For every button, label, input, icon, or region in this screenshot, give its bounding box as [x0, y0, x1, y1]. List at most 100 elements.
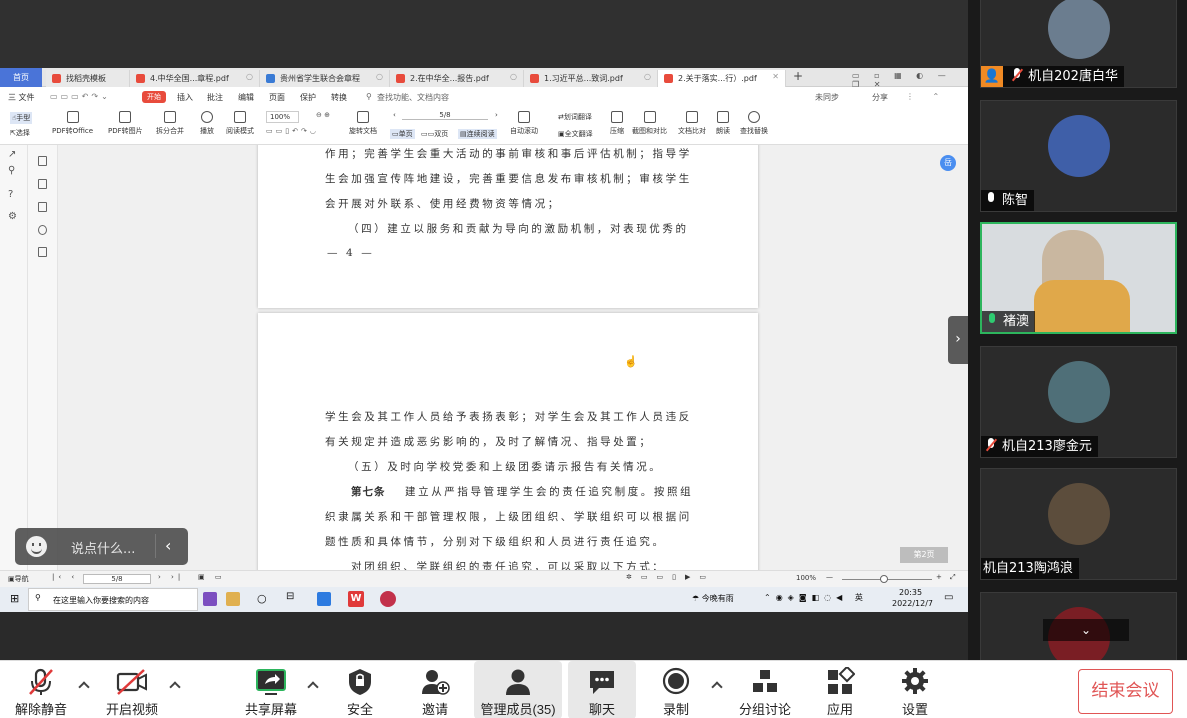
close-icon[interactable]: ✕	[772, 72, 779, 81]
widgets-icon[interactable]: ⊟	[286, 591, 294, 602]
fullscreen-icon[interactable]: ⤢	[950, 573, 956, 582]
menu-page[interactable]: 页面	[269, 92, 285, 103]
next-page-icon[interactable]: ›	[495, 111, 498, 119]
new-tab-icon[interactable]: +	[793, 69, 803, 83]
tab-pdf-active[interactable]: 2.关于落实...行）.pdf ✕	[658, 70, 786, 87]
participant-tile[interactable]: ⌄	[980, 592, 1177, 662]
pdf-document-area[interactable]: 作用；完善学生会重大活动的事前审核和事后评估机制；指导学 生会加强宣传阵地建设，…	[58, 145, 968, 570]
share-button[interactable]: 分享	[872, 92, 888, 103]
participant-tile[interactable]: 陈智	[980, 100, 1177, 212]
menu-comment[interactable]: 批注	[207, 92, 223, 103]
find-replace-button[interactable]: 查找替换	[740, 111, 768, 136]
compress-button[interactable]: 压缩	[610, 111, 624, 136]
hand-tool[interactable]: ☝手型	[10, 112, 33, 124]
comment-icon[interactable]	[38, 202, 47, 212]
play-button[interactable]: 播放	[200, 111, 214, 136]
pdf-to-image-button[interactable]: PDF转图片	[108, 111, 143, 136]
chevron-up-icon[interactable]	[169, 681, 181, 693]
view-mode-icons[interactable]: ✲▭▭▯▶▭	[626, 573, 715, 581]
unmute-button[interactable]: 解除静音	[10, 661, 72, 718]
share-screen-button[interactable]: 共享屏幕	[238, 661, 304, 718]
chat-button[interactable]: 聊天	[568, 661, 636, 718]
sync-status[interactable]: 未同步	[815, 92, 839, 103]
menu-convert[interactable]: 转换	[331, 92, 347, 103]
auto-scroll-button[interactable]: 自动滚动	[510, 111, 538, 136]
search-icon[interactable]: ⚲	[366, 92, 372, 101]
breakout-button[interactable]: 分组讨论	[735, 661, 795, 718]
first-prev-icons[interactable]: |‹ ‹	[52, 573, 78, 581]
zoom-slider-handle[interactable]	[880, 575, 888, 583]
chat-input-bubble[interactable]: 说点什么... ‹	[15, 528, 188, 565]
browser-icon[interactable]	[380, 591, 396, 607]
tab-pdf-2[interactable]: 2.在中华全...报告.pdf ○	[390, 70, 524, 87]
settings-button[interactable]: 设置	[890, 661, 940, 718]
menu-insert[interactable]: 插入	[177, 92, 193, 103]
taskbar-time[interactable]: 20:35	[899, 588, 922, 597]
end-meeting-button[interactable]: 结束会议	[1078, 669, 1173, 714]
status-page-input[interactable]: 5/8	[83, 574, 151, 584]
participant-tile[interactable]: 机自213廖金元	[980, 346, 1177, 458]
chevron-up-icon[interactable]	[307, 681, 319, 693]
participant-tile[interactable]: 机自213陶鸿浪	[980, 468, 1177, 580]
chevron-up-icon[interactable]	[78, 681, 90, 693]
menu-edit[interactable]: 编辑	[238, 92, 254, 103]
close-icon[interactable]: ○	[510, 72, 517, 81]
manage-members-button[interactable]: 管理成员(35)	[474, 661, 562, 718]
next-page-button[interactable]: 第2页	[900, 547, 948, 563]
zoom-icons[interactable]: ⊖ ⊕	[316, 111, 330, 119]
page-input[interactable]: 5/8	[402, 111, 488, 120]
taskbar-search-box[interactable]: ⚲ 在这里输入你要搜索的内容	[28, 588, 198, 611]
read-mode-button[interactable]: 阅读模式	[226, 111, 254, 136]
prev-page-icon[interactable]: ‹	[393, 111, 396, 119]
emoji-icon[interactable]	[26, 536, 47, 557]
participant-tile-speaking[interactable]: 褚澳	[980, 222, 1177, 334]
arrow-icon[interactable]: ↗	[8, 149, 16, 160]
meeting-app-icon[interactable]	[317, 592, 331, 606]
search-icon[interactable]: ⚲	[8, 165, 15, 176]
app-icon[interactable]	[226, 592, 240, 606]
tray-icons[interactable]: ⌃◉◈◙◧◌◀ 英	[764, 592, 868, 603]
chevron-down-icon[interactable]: ⌄	[1043, 619, 1129, 641]
full-translate-button[interactable]: ▣全文翻译	[558, 129, 593, 139]
participant-tile[interactable]: 👤 机自202唐白华	[980, 0, 1177, 88]
text-compare-button[interactable]: 文档比对	[678, 111, 706, 136]
apps-button[interactable]: 应用	[815, 661, 865, 718]
tab-pdf-1[interactable]: 1.习近平总...致词.pdf ○	[524, 70, 658, 87]
zoom-in-icon[interactable]: +	[936, 573, 942, 581]
read-aloud-button[interactable]: 朗读	[716, 111, 730, 136]
view-tools[interactable]: ▭▭▯↶↷◡	[266, 127, 319, 135]
chevron-up-icon[interactable]	[711, 681, 723, 693]
status-zoom[interactable]: 100%	[796, 574, 816, 582]
bookmark-icon[interactable]	[38, 156, 47, 166]
chevron-left-icon[interactable]: ‹	[165, 536, 171, 555]
menu-search[interactable]: 查找功能、文档内容	[377, 92, 449, 103]
compare-button[interactable]: 截图和对比	[632, 111, 667, 136]
notification-icon[interactable]: ▭	[944, 592, 953, 603]
more-icon[interactable]: ⋮ ⌃	[906, 92, 947, 101]
assistant-icon[interactable]: 岳	[940, 155, 956, 171]
tab-pdf-4[interactable]: 4.中华全国...章程.pdf ○	[130, 70, 260, 87]
tab-template[interactable]: 找稻壳模板	[46, 70, 130, 87]
next-last-icons[interactable]: › ›|	[158, 573, 184, 581]
security-button[interactable]: 安全	[335, 661, 385, 718]
tab-doc-guizhou[interactable]: 贵州省学生联合会章程 ○	[260, 70, 390, 87]
wps-app-icon[interactable]: W	[348, 591, 364, 607]
close-icon[interactable]: ○	[246, 72, 253, 81]
menu-protect[interactable]: 保护	[300, 92, 316, 103]
chat-placeholder[interactable]: 说点什么...	[71, 538, 135, 557]
menu-start[interactable]: 开始	[142, 91, 166, 103]
taskbar-date[interactable]: 2022/12/7	[892, 599, 933, 608]
app-icon[interactable]	[203, 592, 217, 606]
record-button[interactable]: 录制	[652, 661, 700, 718]
tab-home[interactable]: 首页	[0, 68, 42, 87]
invite-button[interactable]: 邀请	[410, 661, 460, 718]
quick-tools[interactable]: ▭▭▭↶↷⌄	[50, 92, 111, 101]
start-video-button[interactable]: 开启视频	[100, 661, 164, 718]
zoom-out-icon[interactable]: —	[826, 573, 833, 581]
select-tool[interactable]: ⇱选择	[10, 128, 30, 138]
signature-icon[interactable]	[38, 247, 47, 257]
translate-button[interactable]: ⇄划词翻译	[558, 112, 592, 122]
windows-start-icon[interactable]: ⊞	[10, 592, 19, 605]
fit-icons[interactable]: ▣ ▭	[198, 573, 225, 581]
collapse-panel-button[interactable]: ›	[948, 316, 968, 364]
